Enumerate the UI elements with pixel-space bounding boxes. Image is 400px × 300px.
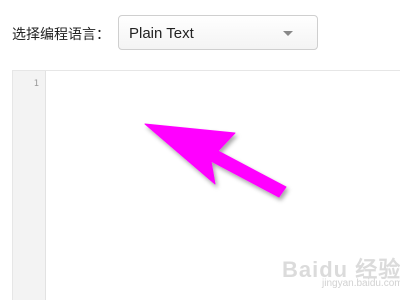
page: 选择编程语言： Plain Text 1 Baidu 经验 jingyan.ba… bbox=[0, 0, 400, 300]
code-input-area[interactable] bbox=[46, 71, 400, 300]
code-editor: 1 bbox=[12, 70, 400, 300]
line-number-gutter: 1 bbox=[13, 71, 46, 300]
language-label: 选择编程语言： bbox=[12, 27, 110, 43]
language-dropdown[interactable]: Plain Text bbox=[118, 15, 318, 50]
language-selector-row: 选择编程语言： Plain Text bbox=[0, 14, 400, 52]
language-dropdown-value: Plain Text bbox=[129, 25, 194, 42]
line-number: 1 bbox=[33, 79, 39, 89]
chevron-down-icon bbox=[283, 31, 293, 36]
